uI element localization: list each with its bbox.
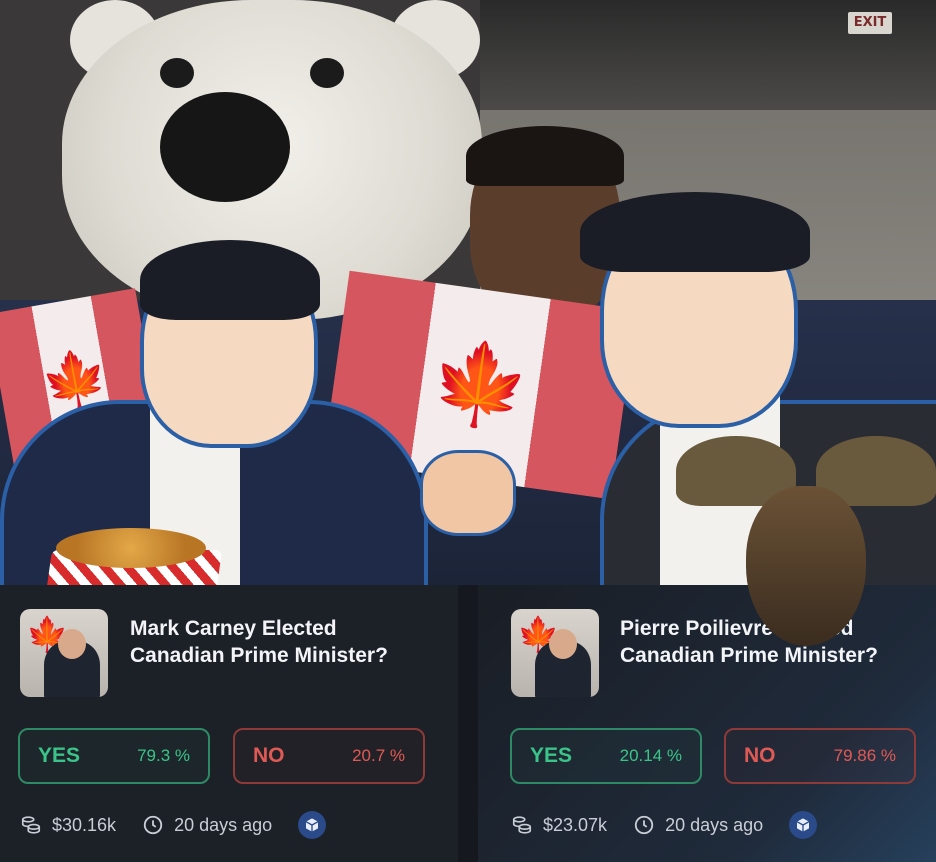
no-button[interactable]: NO 20.7 %	[233, 728, 425, 784]
right-character-hair	[580, 192, 810, 272]
maple-leaf-icon: 🍁	[424, 331, 536, 438]
exit-sign: EXIT	[848, 12, 892, 34]
time-group: 20 days ago	[633, 814, 763, 836]
coins-icon	[21, 816, 41, 834]
no-label: NO	[253, 744, 285, 767]
bear-nose	[160, 92, 290, 202]
time-value: 20 days ago	[174, 814, 273, 835]
yes-percentage: 20.14 %	[619, 746, 682, 765]
time-group: 20 days ago	[142, 814, 272, 836]
volume-value: $30.16k	[52, 814, 117, 835]
yes-button[interactable]: YES 20.14 %	[510, 728, 702, 784]
market-card[interactable]: 🍁 Mark Carney Elected Canadian Prime Min…	[0, 585, 458, 862]
clock-icon	[143, 815, 163, 835]
moose-head	[746, 486, 866, 646]
no-percentage: 79.86 %	[833, 746, 896, 765]
yes-label: YES	[530, 744, 573, 767]
market-title[interactable]: Mark Carney Elected Canadian Prime Minis…	[130, 615, 430, 669]
market-thumbnail: 🍁	[511, 609, 599, 697]
background-person-hair	[466, 126, 624, 186]
cube-icon[interactable]	[298, 811, 327, 839]
coins-icon	[512, 816, 532, 834]
volume-group: $30.16k	[20, 814, 116, 836]
cube-icon[interactable]	[789, 811, 818, 839]
yes-label: YES	[38, 744, 81, 767]
yes-button[interactable]: YES 79.3 %	[18, 728, 210, 784]
bear-eye	[160, 58, 194, 88]
no-label: NO	[744, 744, 776, 767]
poutine-fries	[56, 528, 206, 568]
no-button[interactable]: NO 79.86 %	[724, 728, 916, 784]
market-meta: $23.07k 20 days ago	[511, 811, 818, 839]
moose-sticker	[676, 436, 936, 646]
left-character-hair	[140, 240, 320, 320]
market-thumbnail: 🍁	[20, 609, 108, 697]
no-percentage: 20.7 %	[352, 746, 405, 765]
bear-eye	[310, 58, 344, 88]
volume-group: $23.07k	[511, 814, 607, 836]
candidate-face	[549, 629, 577, 659]
volume-value: $23.07k	[543, 814, 608, 835]
clock-icon	[634, 815, 654, 835]
time-value: 20 days ago	[665, 814, 764, 835]
fist-bump	[420, 450, 516, 536]
yes-percentage: 79.3 %	[137, 746, 190, 765]
candidate-face	[58, 629, 86, 659]
market-meta: $30.16k 20 days ago	[20, 811, 327, 839]
